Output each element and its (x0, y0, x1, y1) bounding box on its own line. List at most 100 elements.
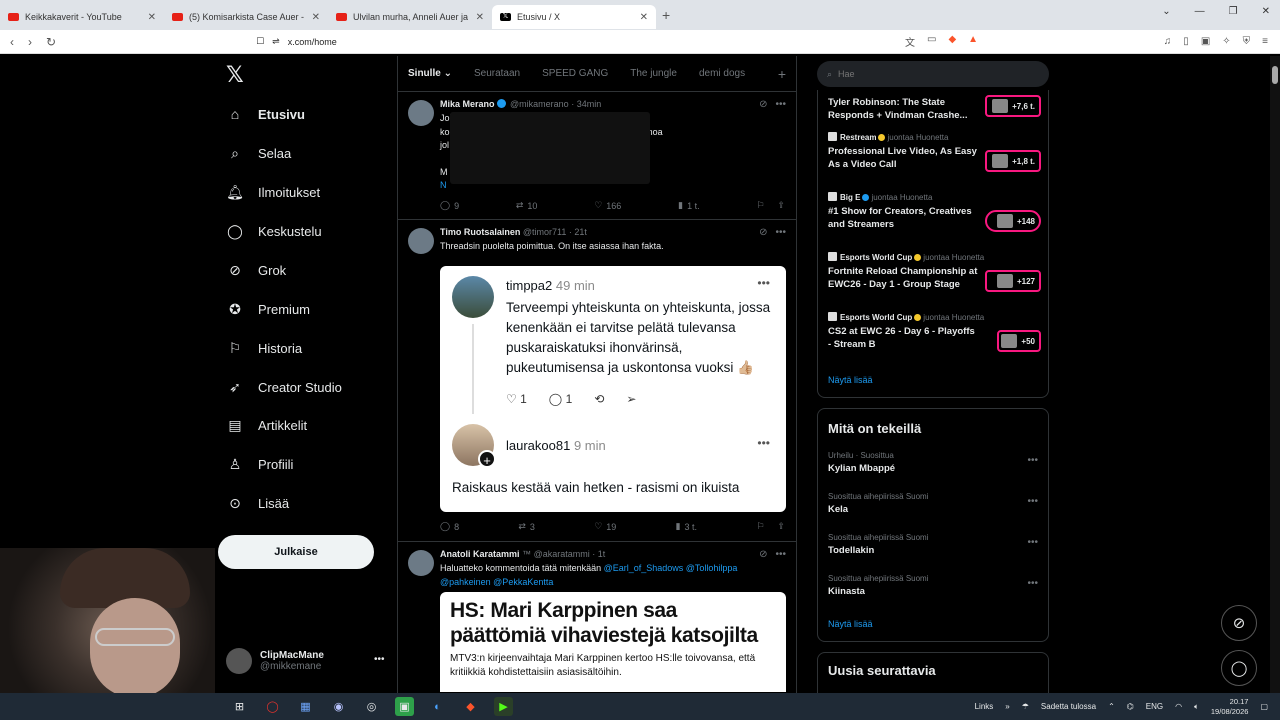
tweet-time[interactable]: · 21t (569, 227, 587, 237)
nav-item-grok[interactable]: ⊘ Grok (226, 262, 286, 279)
avatar[interactable] (408, 100, 434, 126)
author-name[interactable]: Timo Ruotsalainen (440, 227, 520, 237)
close-icon[interactable]: ✕ (476, 12, 484, 23)
tab-the-jungle[interactable]: The jungle (630, 68, 677, 79)
links-toolbar[interactable]: Links (975, 702, 994, 711)
more-dots-icon[interactable]: ••• (374, 654, 385, 665)
volume-icon[interactable]: 🔈︎ (1194, 702, 1199, 712)
messages-button[interactable]: ◯ (1221, 650, 1257, 686)
tweet[interactable]: Anatoli Karatammi ™ @akaratammi · 1t ⊘ ••… (398, 542, 796, 693)
tab-speed-gang[interactable]: SPEED GANG (542, 68, 608, 79)
scrollbar-thumb[interactable] (1272, 66, 1278, 84)
nav-item-messages[interactable]: ◯ Keskustelu (226, 223, 321, 240)
search-box[interactable]: ⌕ (817, 61, 1049, 87)
mention-link[interactable]: @Earl_of_Shadows @Tollohilppa (604, 563, 738, 573)
brave-icon[interactable]: ◆ (461, 697, 480, 716)
nav-item-notifications[interactable]: 🔔︎ Ilmoitukset (226, 184, 320, 201)
tweet-time[interactable]: · 34min (571, 99, 601, 109)
live-item[interactable]: Esports World Cup juontaa Huonetta CS2 at… (828, 312, 1043, 352)
add-tab-icon[interactable]: + (778, 66, 786, 82)
sidebar-toggle-icon[interactable]: ▯ (1183, 36, 1189, 47)
nav-item-profile[interactable]: ♙ Profiili (226, 456, 294, 473)
translate-icon[interactable]: 文 (905, 34, 915, 49)
close-icon[interactable]: ✕ (640, 12, 648, 23)
repost-button[interactable]: ⇄ 3 (518, 521, 535, 532)
tweet-image[interactable]: HS: Mari Karppinen saa päättömiä vihavie… (440, 592, 786, 692)
trend-item[interactable]: Suosittua aihepiirissä Suomi Todellakin … (828, 533, 1038, 556)
nav-item-premium[interactable]: ✪ Premium (226, 301, 310, 318)
trend-item[interactable]: Urheilu · Suosittua Kylian Mbappé ••• (828, 451, 1038, 474)
close-window-icon[interactable]: ✕ (1262, 6, 1270, 17)
tweet-image[interactable]: timppa2 49 min ••• Terveempi yhteiskunta… (440, 266, 786, 512)
menu-icon[interactable]: ≡ (1262, 36, 1268, 47)
trend-item[interactable]: Suosittua aihepiirissä Suomi Kela ••• (828, 492, 1038, 515)
scrollbar[interactable] (1270, 56, 1280, 693)
more-dots-icon[interactable]: ••• (775, 549, 786, 560)
nav-item-articles[interactable]: ▤ Artikkelit (226, 417, 307, 434)
opera-icon[interactable]: ◯ (263, 697, 282, 716)
trend-item[interactable]: Suosittua aihepiirissä Suomi Kiinasta ••… (828, 574, 1038, 597)
tweet[interactable]: Mika Merano @mikamerano · 34min ⊘••• Jok… (398, 92, 796, 220)
browser-tab[interactable]: (5) Komisarkista Case Auer - YouTube ✕ (164, 5, 328, 29)
author-handle[interactable]: @akaratammi (534, 549, 590, 559)
discord-icon[interactable]: ◉ (329, 697, 348, 716)
vpn-icon[interactable]: ⛨ (1243, 36, 1251, 47)
views-button[interactable]: ▮ 3 t. (676, 521, 697, 532)
edge-icon[interactable]: ◐ (428, 697, 447, 716)
share-icon[interactable]: ⇪ (777, 200, 785, 211)
wifi-icon[interactable]: ◠ (1175, 702, 1182, 711)
nav-item-bookmarks[interactable]: ⚐ Historia (226, 340, 302, 357)
reply-button[interactable]: ◯ 9 (440, 200, 459, 211)
tweet-time[interactable]: · 1t (592, 549, 605, 559)
language-indicator[interactable]: ENG (1146, 702, 1163, 711)
x-logo-icon[interactable]: 𝕏 (226, 62, 244, 88)
grok-icon[interactable]: ⊘ (759, 549, 767, 560)
live-item[interactable]: Tyler Robinson: The State Responds + Vin… (828, 93, 1043, 122)
bookmark-icon[interactable]: ⚐ (756, 200, 764, 211)
browser-tab[interactable]: Keikkakaverit - YouTube ✕ (0, 5, 164, 29)
show-more-link[interactable]: Näytä lisää (828, 375, 873, 385)
brave-rewards-icon[interactable]: ▲ (968, 34, 978, 49)
browser-tab[interactable]: Ulvilan murha, Anneli Auer ja tuore l ✕ (328, 5, 492, 29)
minimize-icon[interactable]: — (1195, 6, 1205, 17)
files-icon[interactable]: ▦ (296, 697, 315, 716)
obs-icon[interactable]: ▣ (395, 697, 414, 716)
tab-demi-dogs[interactable]: demi dogs (699, 68, 745, 79)
search-input[interactable] (838, 69, 1029, 79)
nav-item-home[interactable]: ⌂ Etusivu (226, 106, 305, 122)
brave-shield-icon[interactable]: ◆ (948, 34, 956, 49)
like-button[interactable]: ♡ 19 (594, 521, 616, 532)
grok-button[interactable]: ⊘ (1221, 605, 1257, 641)
more-dots-icon[interactable]: ••• (1027, 455, 1038, 466)
cast-icon[interactable]: ▭ (927, 34, 936, 49)
avatar[interactable] (408, 228, 434, 254)
tab-for-you[interactable]: Sinulle ⌄ (408, 68, 452, 79)
avatar[interactable] (408, 550, 434, 576)
more-dots-icon[interactable]: ••• (1027, 578, 1038, 589)
views-button[interactable]: ▮ 1 t. (678, 200, 699, 211)
author-handle[interactable]: @mikamerano (510, 99, 569, 109)
browser-tab-active[interactable]: 𝕏 Etusivu / X ✕ (492, 5, 656, 29)
network-icon[interactable]: ⌬ (1127, 702, 1134, 711)
extensions-icon[interactable]: ✧ (1222, 36, 1230, 47)
mention-link[interactable]: @pahkeinen @PekkaKentta (440, 577, 553, 587)
grok-icon[interactable]: ⊘ (759, 227, 767, 238)
live-item[interactable]: Big E juontaa Huonetta #1 Show for Creato… (828, 192, 1043, 232)
nav-item-creator-studio[interactable]: ➶ Creator Studio (226, 379, 342, 396)
more-dots-icon[interactable]: ••• (775, 227, 786, 238)
chevron-up-icon[interactable]: ⌃ (1108, 702, 1115, 711)
account-switcher[interactable]: ClipMacMane @mikkemane ••• (226, 648, 385, 674)
back-icon[interactable]: ‹ (10, 35, 14, 49)
post-button[interactable]: Julkaise (218, 535, 374, 569)
restore-icon[interactable]: ❐ (1229, 6, 1238, 17)
new-tab-icon[interactable]: + (662, 7, 670, 23)
more-dots-icon[interactable]: ••• (1027, 537, 1038, 548)
share-icon[interactable]: ⇪ (777, 521, 785, 532)
weather-text[interactable]: Sadetta tulossa (1041, 702, 1096, 711)
more-dots-icon[interactable]: ••• (775, 99, 786, 110)
tab-following[interactable]: Seurataan (474, 68, 520, 79)
wallet-icon[interactable]: ▣ (1201, 36, 1210, 47)
more-dots-icon[interactable]: ••• (1027, 496, 1038, 507)
task-view-icon[interactable]: ⊞ (230, 697, 249, 716)
close-icon[interactable]: ✕ (148, 12, 156, 23)
